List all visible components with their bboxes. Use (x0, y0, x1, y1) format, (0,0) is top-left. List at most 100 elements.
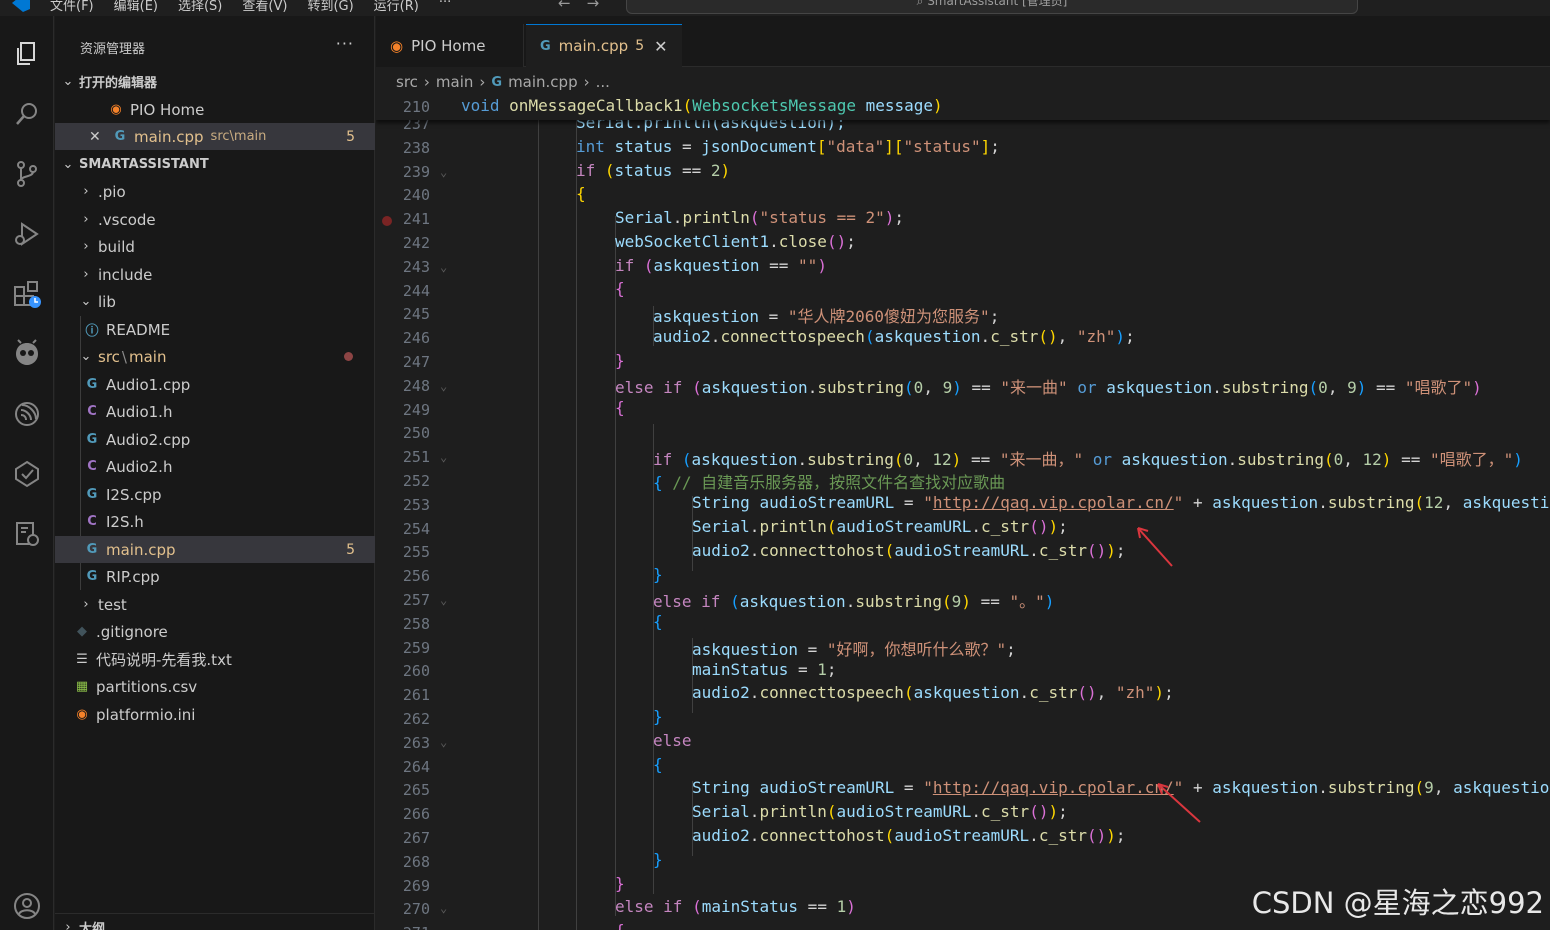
tab-pio-home[interactable]: ◉ PIO Home (376, 24, 524, 67)
code-line-241: Serial.println("status == 2"); (615, 208, 905, 227)
tree-item-include[interactable]: › include (55, 261, 375, 288)
search-icon[interactable] (0, 90, 54, 138)
fold-chevron-icon[interactable]: ⌄ (440, 593, 447, 607)
close-icon[interactable]: ✕ (654, 37, 667, 56)
tree-item-audio1-cpp[interactable]: G Audio1.cpp (55, 371, 375, 398)
line-number: 263 (402, 733, 430, 752)
breakpoint-icon[interactable] (382, 216, 392, 226)
line-number: 255 (402, 543, 430, 562)
tree-item-partitions-csv[interactable]: ▦ partitions.csv (55, 673, 375, 700)
tree-item-label: build (98, 237, 135, 256)
tree-item-gitignore[interactable]: ◆ .gitignore (55, 618, 375, 645)
code-line-239: if (status == 2) (576, 161, 731, 180)
breadcrumb-item[interactable]: main.cpp (508, 73, 578, 91)
fold-chevron-icon[interactable]: ⌄ (440, 379, 447, 393)
tree-item-audio2-cpp[interactable]: G Audio2.cpp (55, 426, 375, 453)
fold-chevron-icon[interactable]: ⌄ (440, 450, 447, 464)
chevron-right-icon: › (423, 73, 430, 91)
forward-arrow-icon[interactable]: → (587, 0, 600, 12)
header-file-icon: C (87, 459, 97, 474)
explorer-icon[interactable] (0, 30, 54, 78)
open-editor-pio-home[interactable]: ◉ PIO Home (55, 96, 375, 123)
code-line-263: else (653, 731, 692, 750)
line-number: 269 (402, 876, 430, 895)
more-actions-icon[interactable]: ··· (336, 34, 354, 53)
esp-idf-icon[interactable] (0, 390, 54, 438)
tree-item-vscode[interactable]: › .vscode (55, 206, 375, 233)
code-line-270: else if (mainStatus == 1) (615, 897, 856, 916)
cpp-file-icon: G (86, 377, 98, 392)
annotation-arrow (1157, 783, 1201, 823)
fold-chevron-icon[interactable]: ⌄ (440, 901, 447, 915)
line-number: 267 (402, 829, 430, 847)
tree-item-test[interactable]: › test (55, 591, 375, 618)
tab-label: main.cpp (558, 37, 629, 55)
menu-file[interactable]: 文件(F) (50, 0, 94, 14)
tree-item-label: main.cpp (106, 540, 176, 559)
tree-item-lib[interactable]: ⌄ lib (55, 288, 375, 315)
line-number: 271 (376, 924, 430, 930)
git-file-icon: ◆ (77, 624, 87, 639)
tree-item-rip-cpp[interactable]: G RIP.cpp (55, 563, 375, 590)
outline-label: 大纲 (79, 921, 106, 930)
line-number: 242 (402, 234, 430, 252)
testing-icon[interactable] (0, 450, 54, 498)
open-editors-section-header[interactable]: ⌄ 打开的编辑器 (55, 68, 375, 95)
menu-edit[interactable]: 编辑(E) (114, 0, 158, 14)
tree-item-audio2-h[interactable]: C Audio2.h (55, 453, 375, 480)
sticky-scroll-header[interactable]: 210 void onMessageCallback1(WebsocketsMe… (376, 96, 1550, 120)
account-icon[interactable] (0, 882, 54, 930)
platformio-file-icon: ◉ (390, 36, 404, 55)
workspace-section-header[interactable]: ⌄ SMARTASSISTANT (55, 151, 375, 178)
menu-selection[interactable]: 选择(S) (178, 0, 222, 14)
breadcrumb-item[interactable]: src (396, 73, 418, 91)
line-number: 250 (402, 424, 430, 443)
chevron-down-icon: ⌄ (80, 294, 92, 309)
fold-chevron-icon[interactable]: ⌄ (440, 165, 447, 179)
close-icon[interactable]: ✕ (89, 129, 103, 145)
platformio-icon[interactable] (0, 330, 54, 378)
fold-chevron-icon[interactable]: ⌄ (440, 735, 447, 749)
open-editor-main-cpp[interactable]: ✕ G main.cpp src\main 5 (55, 123, 375, 150)
code-line-261: audio2.connecttospeech(askquestion.c_str… (692, 683, 1174, 702)
line-number: 262 (402, 710, 430, 728)
remote-explorer-icon[interactable] (0, 510, 54, 558)
menu-run[interactable]: 运行(R) (374, 0, 419, 14)
tree-item-audio1-h[interactable]: C Audio1.h (55, 398, 375, 425)
outline-section-header[interactable]: › 大纲 (55, 913, 375, 930)
menu-view[interactable]: 查看(V) (242, 0, 287, 14)
tree-item-build[interactable]: › build (55, 233, 375, 260)
cpp-file-icon: G (86, 432, 98, 447)
tree-item-i2s-h[interactable]: C I2S.h (55, 508, 375, 535)
tree-item-main-cpp[interactable]: G main.cpp 5 (55, 536, 375, 563)
code-line-245: askquestion = "华人牌2060傻妞为您服务"; (653, 307, 1000, 326)
code-line-248: else if (askquestion.substring(0, 9) == … (615, 378, 1482, 397)
tree-item-label: .pio (98, 182, 126, 201)
tree-item-src-main[interactable]: ⌄ src \ main (55, 343, 375, 370)
path-separator: \ (121, 347, 127, 366)
breadcrumb-item[interactable]: main (436, 73, 473, 91)
run-debug-icon[interactable] (0, 210, 54, 258)
tree-item-platformio-ini[interactable]: ◉ platformio.ini (55, 701, 375, 728)
source-control-icon[interactable] (0, 150, 54, 198)
tree-item-i2s-cpp[interactable]: G I2S.cpp (55, 481, 375, 508)
menu-go[interactable]: 转到(G) (307, 0, 353, 14)
breadcrumb-item[interactable]: ... (596, 73, 610, 91)
command-center-search[interactable]: ⌕ SmartAssistant [管理员] (626, 0, 1358, 14)
tab-main-cpp[interactable]: G main.cpp 5 ✕ (526, 24, 682, 67)
tree-item-label: Audio1.cpp (106, 375, 191, 394)
cpp-file-icon: G (114, 129, 126, 144)
cpp-file-icon: G (86, 487, 98, 502)
menu-more[interactable]: ··· (439, 0, 451, 14)
chevron-right-icon: › (83, 212, 89, 227)
code-line-262: } (653, 707, 663, 726)
fold-chevron-icon[interactable]: ⌄ (440, 260, 447, 274)
tree-item-readme[interactable]: ⓘ README (55, 316, 375, 343)
code-editor[interactable]: 210 void onMessageCallback1(WebsocketsMe… (376, 96, 1550, 930)
code-line-240: { (576, 184, 586, 203)
vscode-logo-icon (12, 0, 30, 12)
extensions-icon[interactable] (0, 270, 54, 318)
tree-item-pio[interactable]: › .pio (55, 178, 375, 205)
tree-item-readme-txt[interactable]: ☰ 代码说明-先看我.txt (55, 646, 375, 673)
back-arrow-icon[interactable]: ← (558, 0, 571, 12)
